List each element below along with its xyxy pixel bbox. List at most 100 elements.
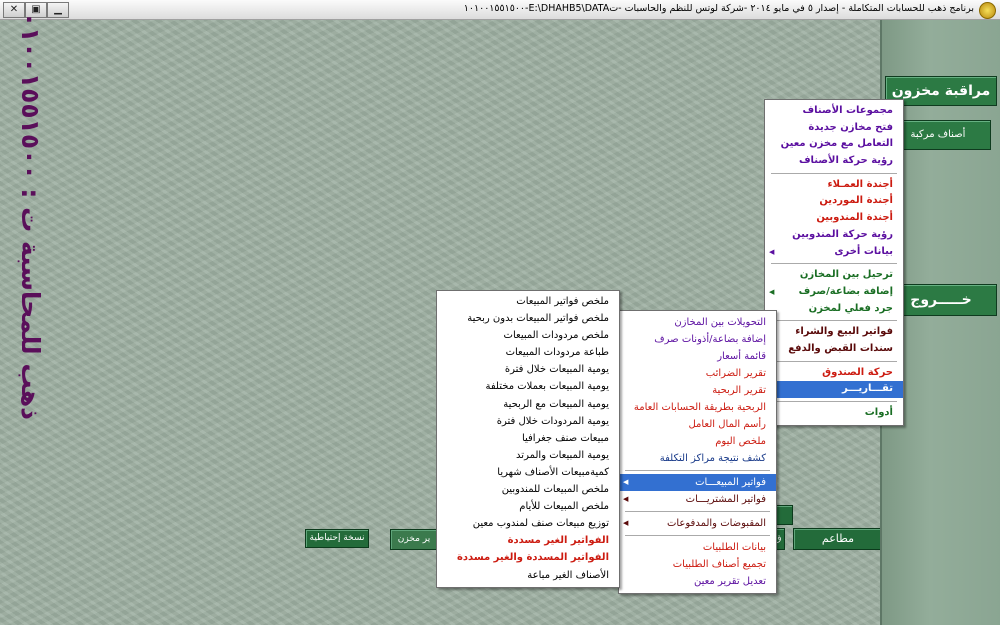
reports-menu-item[interactable]: ملخص اليوم <box>619 433 776 450</box>
sales-menu-item[interactable]: الأصناف الغير مباعة <box>437 567 619 584</box>
menu-separator <box>771 401 897 402</box>
main-menu-item-label: أجندة العمـلاء <box>827 178 893 190</box>
store-button-partial[interactable]: ير مخزن <box>390 529 438 550</box>
main-menu-item[interactable]: سندات القبض والدفع◀ <box>765 341 903 358</box>
menu-separator <box>771 360 897 362</box>
reports-menu-item-label: التحويلات بين المخازن <box>674 317 766 328</box>
reports-menu-item[interactable]: كشف نتيجة مراكز التكلفة <box>619 450 776 467</box>
sales-menu-item-label: ملخص فواتير المبيعات بدون ربحية <box>467 313 609 325</box>
window-title: برنامج ذهب للحسابات المتكاملة - إصدار ٥ … <box>463 3 974 14</box>
menu-separator <box>771 172 897 174</box>
sales-menu-item[interactable]: الفواتير الغير مسددة <box>437 532 619 549</box>
submenu-arrow-icon: ◀ <box>769 287 775 296</box>
sales-menu-item[interactable]: ملخص المبيعات للمندوبين <box>437 481 619 498</box>
menu-separator <box>771 263 897 265</box>
sales-menu-item-label: الأصناف الغير مباعة <box>527 569 609 581</box>
backup-button[interactable]: نسخة إحتياطية <box>305 529 369 548</box>
sales-menu-item[interactable]: ملخص فواتير المبيعات <box>437 293 619 310</box>
main-menu-item[interactable]: مجموعات الأصناف <box>765 103 903 120</box>
sales-menu-item-label: الفواتير المسددة والغير مسددة <box>457 552 609 564</box>
main-menu-item[interactable]: أدوات◀ <box>765 405 903 422</box>
app-icon[interactable] <box>979 2 996 19</box>
reports-menu-item[interactable]: إضافة بضاعة/أذونات صرف <box>619 331 776 348</box>
sales-menu-item-label: يومية المبيعات والمرتد <box>516 449 609 461</box>
submenu-arrow-icon: ◀ <box>623 519 629 527</box>
main-menu-item[interactable]: جرد فعلي لمخزن <box>765 301 903 318</box>
sales-menu-item[interactable]: ملخص المبيعات للأيام <box>437 498 619 515</box>
reports-menu-item-label: إضافة بضاعة/أذونات صرف <box>654 334 766 345</box>
main-menu-item-label: أجندة المندوبين <box>816 212 893 224</box>
sales-menu-item[interactable]: يومية المبيعات والمرتد <box>437 447 619 464</box>
reports-menu-item[interactable]: تعديل تقرير معين <box>619 573 776 590</box>
reports-menu-item[interactable]: تقرير الضرائب <box>619 365 776 382</box>
reports-menu-item[interactable]: قائمة أسعار <box>619 348 776 365</box>
reports-menu-item-label: الربحية بطريقة الحسابات العامة <box>633 402 766 413</box>
main-menu-item-label: جرد فعلي لمخزن <box>808 302 893 314</box>
sales-menu-item-label: يومية المبيعات خلال فترة <box>504 364 609 376</box>
main-menu-item-label: مجموعات الأصناف <box>802 105 893 116</box>
main-menu-item[interactable]: رؤية حركة الأصناف <box>765 153 903 170</box>
sales-menu-item-label: الفواتير الغير مسددة <box>507 535 609 547</box>
reports-menu-item[interactable]: فواتير المبيعـــات ◀ <box>619 474 776 491</box>
main-menu-item-label: فواتير البيع والشراء <box>795 326 893 338</box>
main-menu-item[interactable]: فواتير البيع والشراء◀ <box>765 324 903 341</box>
sales-menu-item[interactable]: يومية المبيعات خلال فترة <box>437 361 619 378</box>
reports-menu-item[interactable]: المقبوضات والمدفوعات ◀ <box>619 515 776 532</box>
main-menu-item[interactable]: تقـــاريـــر◀ <box>765 381 903 398</box>
main-menu-item[interactable]: فتح مخازن جديدة <box>765 120 903 137</box>
reports-menu-item[interactable]: تجميع أصناف الطلبيات <box>619 556 776 573</box>
sales-menu-item[interactable]: ملخص فواتير المبيعات بدون ربحية <box>437 310 619 327</box>
restaurants-button[interactable]: مطاعم <box>793 528 883 550</box>
reports-menu-item[interactable]: الربحية بطريقة الحسابات العامة <box>619 399 776 416</box>
reports-menu-item[interactable]: رأسم المال العامل <box>619 416 776 433</box>
sales-menu-item-label: يومية المردودات خلال فترة <box>496 415 609 427</box>
menu-separator <box>625 511 770 512</box>
sales-menu-item-label: ملخص المبيعات للمندوبين <box>501 484 609 496</box>
reports-menu-item[interactable]: فواتير المشتريـــات ◀ <box>619 491 776 508</box>
main-menu-item-label: حركة الصندوق <box>822 366 893 378</box>
sales-menu-item[interactable]: طباعة مردودات المبيعات <box>437 344 619 361</box>
sales-menu-item[interactable]: يومية المبيعات بعملات مختلفة <box>437 378 619 395</box>
main-menu-item[interactable]: التعامل مع مخزن معين <box>765 136 903 153</box>
menu-separator <box>771 320 897 322</box>
main-menu-item[interactable]: بيانات أخرى ◀ <box>765 244 903 261</box>
reports-menu-item-label: رأسم المال العامل <box>688 419 766 430</box>
main-menu-item[interactable]: إضافة بضاعة/صرف ◀ <box>765 284 903 301</box>
reports-menu-item-label: فواتير المبيعـــات <box>695 477 766 488</box>
reports-menu-item-label: ملخص اليوم <box>715 436 766 447</box>
main-menu-item[interactable]: ترحيل بين المخازن <box>765 267 903 284</box>
minimize-button[interactable]: ▁ <box>47 2 69 18</box>
sales-menu-item[interactable]: الفواتير المسددة والغير مسددة <box>437 549 619 566</box>
main-menu-item[interactable]: أجندة العمـلاء <box>765 177 903 194</box>
sales-menu-item[interactable]: ملخص مردودات المبيعات <box>437 327 619 344</box>
reports-menu-item[interactable]: بيانات الطلبيات <box>619 539 776 556</box>
main-menu-item-label: فتح مخازن جديدة <box>808 121 893 133</box>
main-menu-item-label: أدوات <box>864 407 893 418</box>
main-menu-item[interactable]: أجندة المندوبين <box>765 210 903 227</box>
sales-menu-item-label: ملخص المبيعات للأيام <box>519 501 609 513</box>
reports-menu-item-label: قائمة أسعار <box>717 351 766 362</box>
reports-menu-item[interactable]: تقرير الربحية <box>619 382 776 399</box>
sales-menu-item[interactable]: كميةمبيعات الأصناف شهريا <box>437 464 619 481</box>
sales-invoices-submenu: ملخص فواتير المبيعات ملخص فواتير المبيعات… <box>436 290 620 588</box>
sales-menu-item-label: ملخص مردودات المبيعات <box>503 330 609 342</box>
main-menu-item[interactable]: أجندة الموردين <box>765 193 903 210</box>
menu-separator <box>625 470 770 471</box>
sales-menu-item[interactable]: توزيع مبيعات صنف لمندوب معين <box>437 515 619 532</box>
main-menu-item[interactable]: رؤية حركة المندوبين <box>765 227 903 244</box>
sales-menu-item[interactable]: يومية المردودات خلال فترة <box>437 413 619 430</box>
sales-menu-item-label: طباعة مردودات المبيعات <box>505 347 609 359</box>
reports-menu-item[interactable]: التحويلات بين المخازن <box>619 314 776 331</box>
sales-menu-item-label: توزيع مبيعات صنف لمندوب معين <box>472 518 609 530</box>
sales-menu-item[interactable]: مبيعات صنف جغرافيا <box>437 430 619 447</box>
main-menu-item[interactable]: حركة الصندوق <box>765 365 903 382</box>
main-menu-item-label: سندات القبض والدفع <box>788 342 893 354</box>
main-menu-item-label: أجندة الموردين <box>819 195 893 207</box>
reports-menu-item-label: تقرير الربحية <box>712 385 766 396</box>
sales-menu-item[interactable]: يومية المبيعات مع الربحية <box>437 396 619 413</box>
reports-menu-item-label: كشف نتيجة مراكز التكلفة <box>659 453 766 464</box>
reports-menu-item-label: بيانات الطلبيات <box>702 542 766 553</box>
submenu-arrow-icon: ◀ <box>623 495 629 503</box>
submenu-arrow-icon: ◀ <box>769 247 775 256</box>
submenu-arrow-icon: ◀ <box>623 478 629 486</box>
